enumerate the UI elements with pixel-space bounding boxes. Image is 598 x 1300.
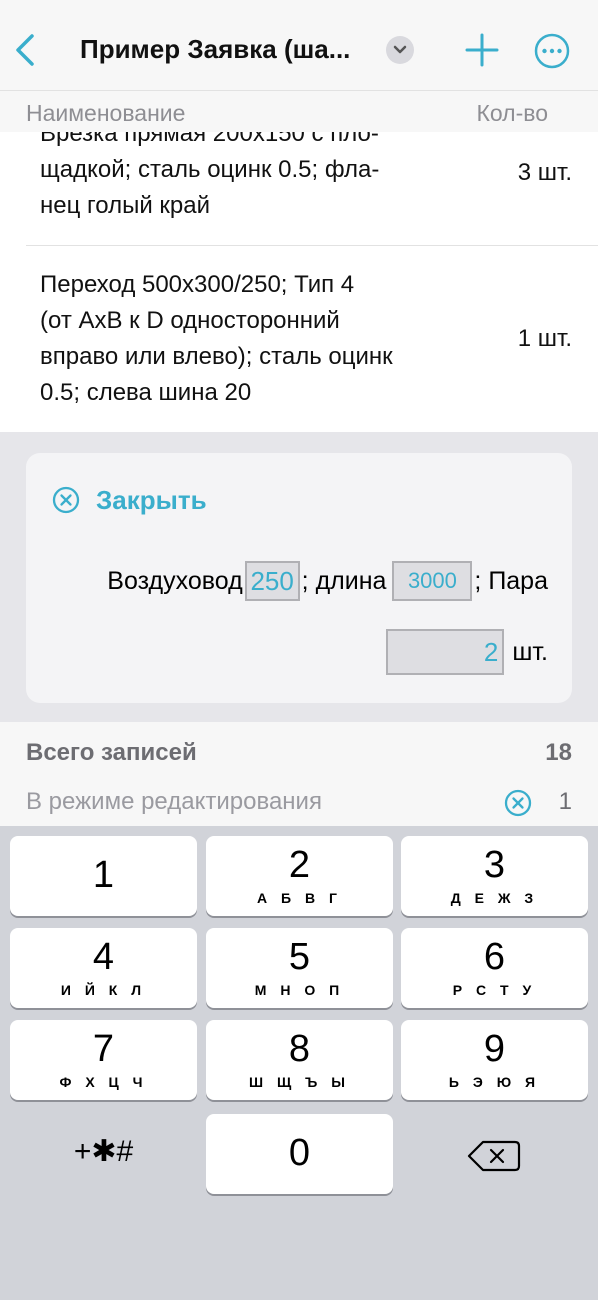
key-digit: 7: [92, 1028, 115, 1070]
chevron-left-icon[interactable]: [10, 30, 40, 70]
key-letters: Ш Щ Ъ Ы: [249, 1074, 350, 1090]
symbols-key[interactable]: +✱#: [10, 1122, 197, 1182]
key-digit: 4: [92, 936, 115, 978]
item-quantity: 1 шт.: [517, 325, 572, 352]
key-8[interactable]: 8 Ш Щ Ъ Ы: [206, 1020, 393, 1100]
item-line: Переход 500х300/250; Тип 4: [40, 271, 355, 298]
key-digit: 0: [288, 1132, 311, 1174]
key-digit: 3: [483, 844, 506, 886]
diameter-field[interactable]: 250: [244, 561, 300, 601]
quantity-field[interactable]: 2: [386, 629, 505, 675]
key-letters: Ь Э Ю Я: [448, 1074, 541, 1090]
key-1[interactable]: 1: [10, 836, 197, 916]
delete-key[interactable]: [401, 1126, 588, 1186]
key-digit: 9: [483, 1028, 506, 1070]
quantity-line: 2 шт.: [386, 629, 548, 675]
item-line: (от AxB к D односторонний: [40, 307, 340, 334]
items-list: Врезка прямая 200х150 с пло- щадкой; ста…: [0, 132, 598, 432]
ellipsis-circle-icon[interactable]: [533, 32, 571, 70]
key-letters: Ф Х Ц Ч: [59, 1074, 148, 1090]
key-9[interactable]: 9 Ь Э Ю Я: [401, 1020, 588, 1100]
key-3[interactable]: 3 Д Е Ж З: [401, 836, 588, 916]
key-5[interactable]: 5 М Н О П: [206, 928, 393, 1008]
numeric-keypad: 1 2 А Б В Г 3 Д Е Ж З 4 И Й К Л 5 М Н О …: [0, 826, 598, 1300]
total-count: 18: [545, 739, 572, 766]
item-line: 0.5; слева шина 20: [40, 379, 252, 406]
key-0[interactable]: 0: [206, 1114, 393, 1194]
chevron-down-icon: [393, 45, 407, 54]
key-letters: И Й К Л: [60, 982, 147, 998]
key-letters: А Б В Г: [257, 890, 342, 906]
key-letters: Д Е Ж З: [450, 890, 539, 906]
key-letters: М Н О П: [254, 982, 345, 998]
summary-footer: Всего записей 18 В режиме редактирования…: [0, 722, 598, 826]
item-line: Врезка прямая 200х150 с пло-: [40, 132, 379, 147]
column-qty-header: Кол-во: [476, 100, 548, 126]
key-4[interactable]: 4 И Й К Л: [10, 928, 197, 1008]
item-quantity: 3 шт.: [517, 159, 572, 186]
column-name-header: Наименование: [26, 100, 186, 126]
key-digit: 2: [288, 844, 311, 886]
key-2[interactable]: 2 А Б В Г: [206, 836, 393, 916]
item-line: вправо или влево); сталь оцинк: [40, 343, 393, 370]
close-label: Закрыть: [96, 484, 207, 515]
total-label: Всего записей: [26, 739, 197, 766]
page-title: Пример Заявка (ша...: [80, 34, 351, 64]
length-label: ; длина: [301, 566, 387, 595]
key-letters: Р С Т У: [452, 982, 537, 998]
key-digit: 6: [483, 936, 506, 978]
table-header: Наименование Кол-во: [0, 90, 598, 132]
item-line: нец голый край: [40, 192, 210, 219]
editor-card: Закрыть Воздуховод 250 ; длина 3000 ; Па…: [26, 453, 572, 703]
key-digit: 8: [288, 1028, 311, 1070]
key-7[interactable]: 7 Ф Х Ц Ч: [10, 1020, 197, 1100]
length-field[interactable]: 3000: [392, 561, 473, 601]
key-digit: 5: [288, 936, 311, 978]
item-description: Врезка прямая 200х150 с пло- щадкой; ста…: [40, 132, 460, 224]
parameters-line: Воздуховод 250 ; длина 3000 ; Пара: [26, 561, 548, 601]
key-6[interactable]: 6 Р С Т У: [401, 928, 588, 1008]
title-menu-button[interactable]: [386, 36, 414, 64]
plus-icon[interactable]: [464, 32, 500, 68]
x-circle-icon[interactable]: [504, 789, 532, 817]
list-item[interactable]: Переход 500х300/250; Тип 4 (от AxB к D о…: [0, 267, 598, 417]
unit-label: шт.: [512, 637, 548, 666]
row-divider: [26, 245, 598, 246]
close-button[interactable]: Закрыть: [52, 483, 207, 517]
backspace-icon: [467, 1140, 521, 1172]
navigation-bar: Пример Заявка (ша...: [0, 0, 598, 90]
item-name: Воздуховод: [107, 566, 243, 595]
item-description: Переход 500х300/250; Тип 4 (от AxB к D о…: [40, 267, 460, 411]
x-circle-icon: [52, 486, 80, 514]
pair-label: ; Пара: [474, 566, 548, 595]
editing-label: В режиме редактирования: [26, 788, 322, 815]
editing-count: 1: [558, 788, 572, 815]
item-line: щадкой; сталь оцинк 0.5; фла-: [40, 156, 380, 183]
list-item[interactable]: Врезка прямая 200х150 с пло- щадкой; ста…: [0, 132, 598, 246]
key-digit: 1: [92, 854, 115, 896]
